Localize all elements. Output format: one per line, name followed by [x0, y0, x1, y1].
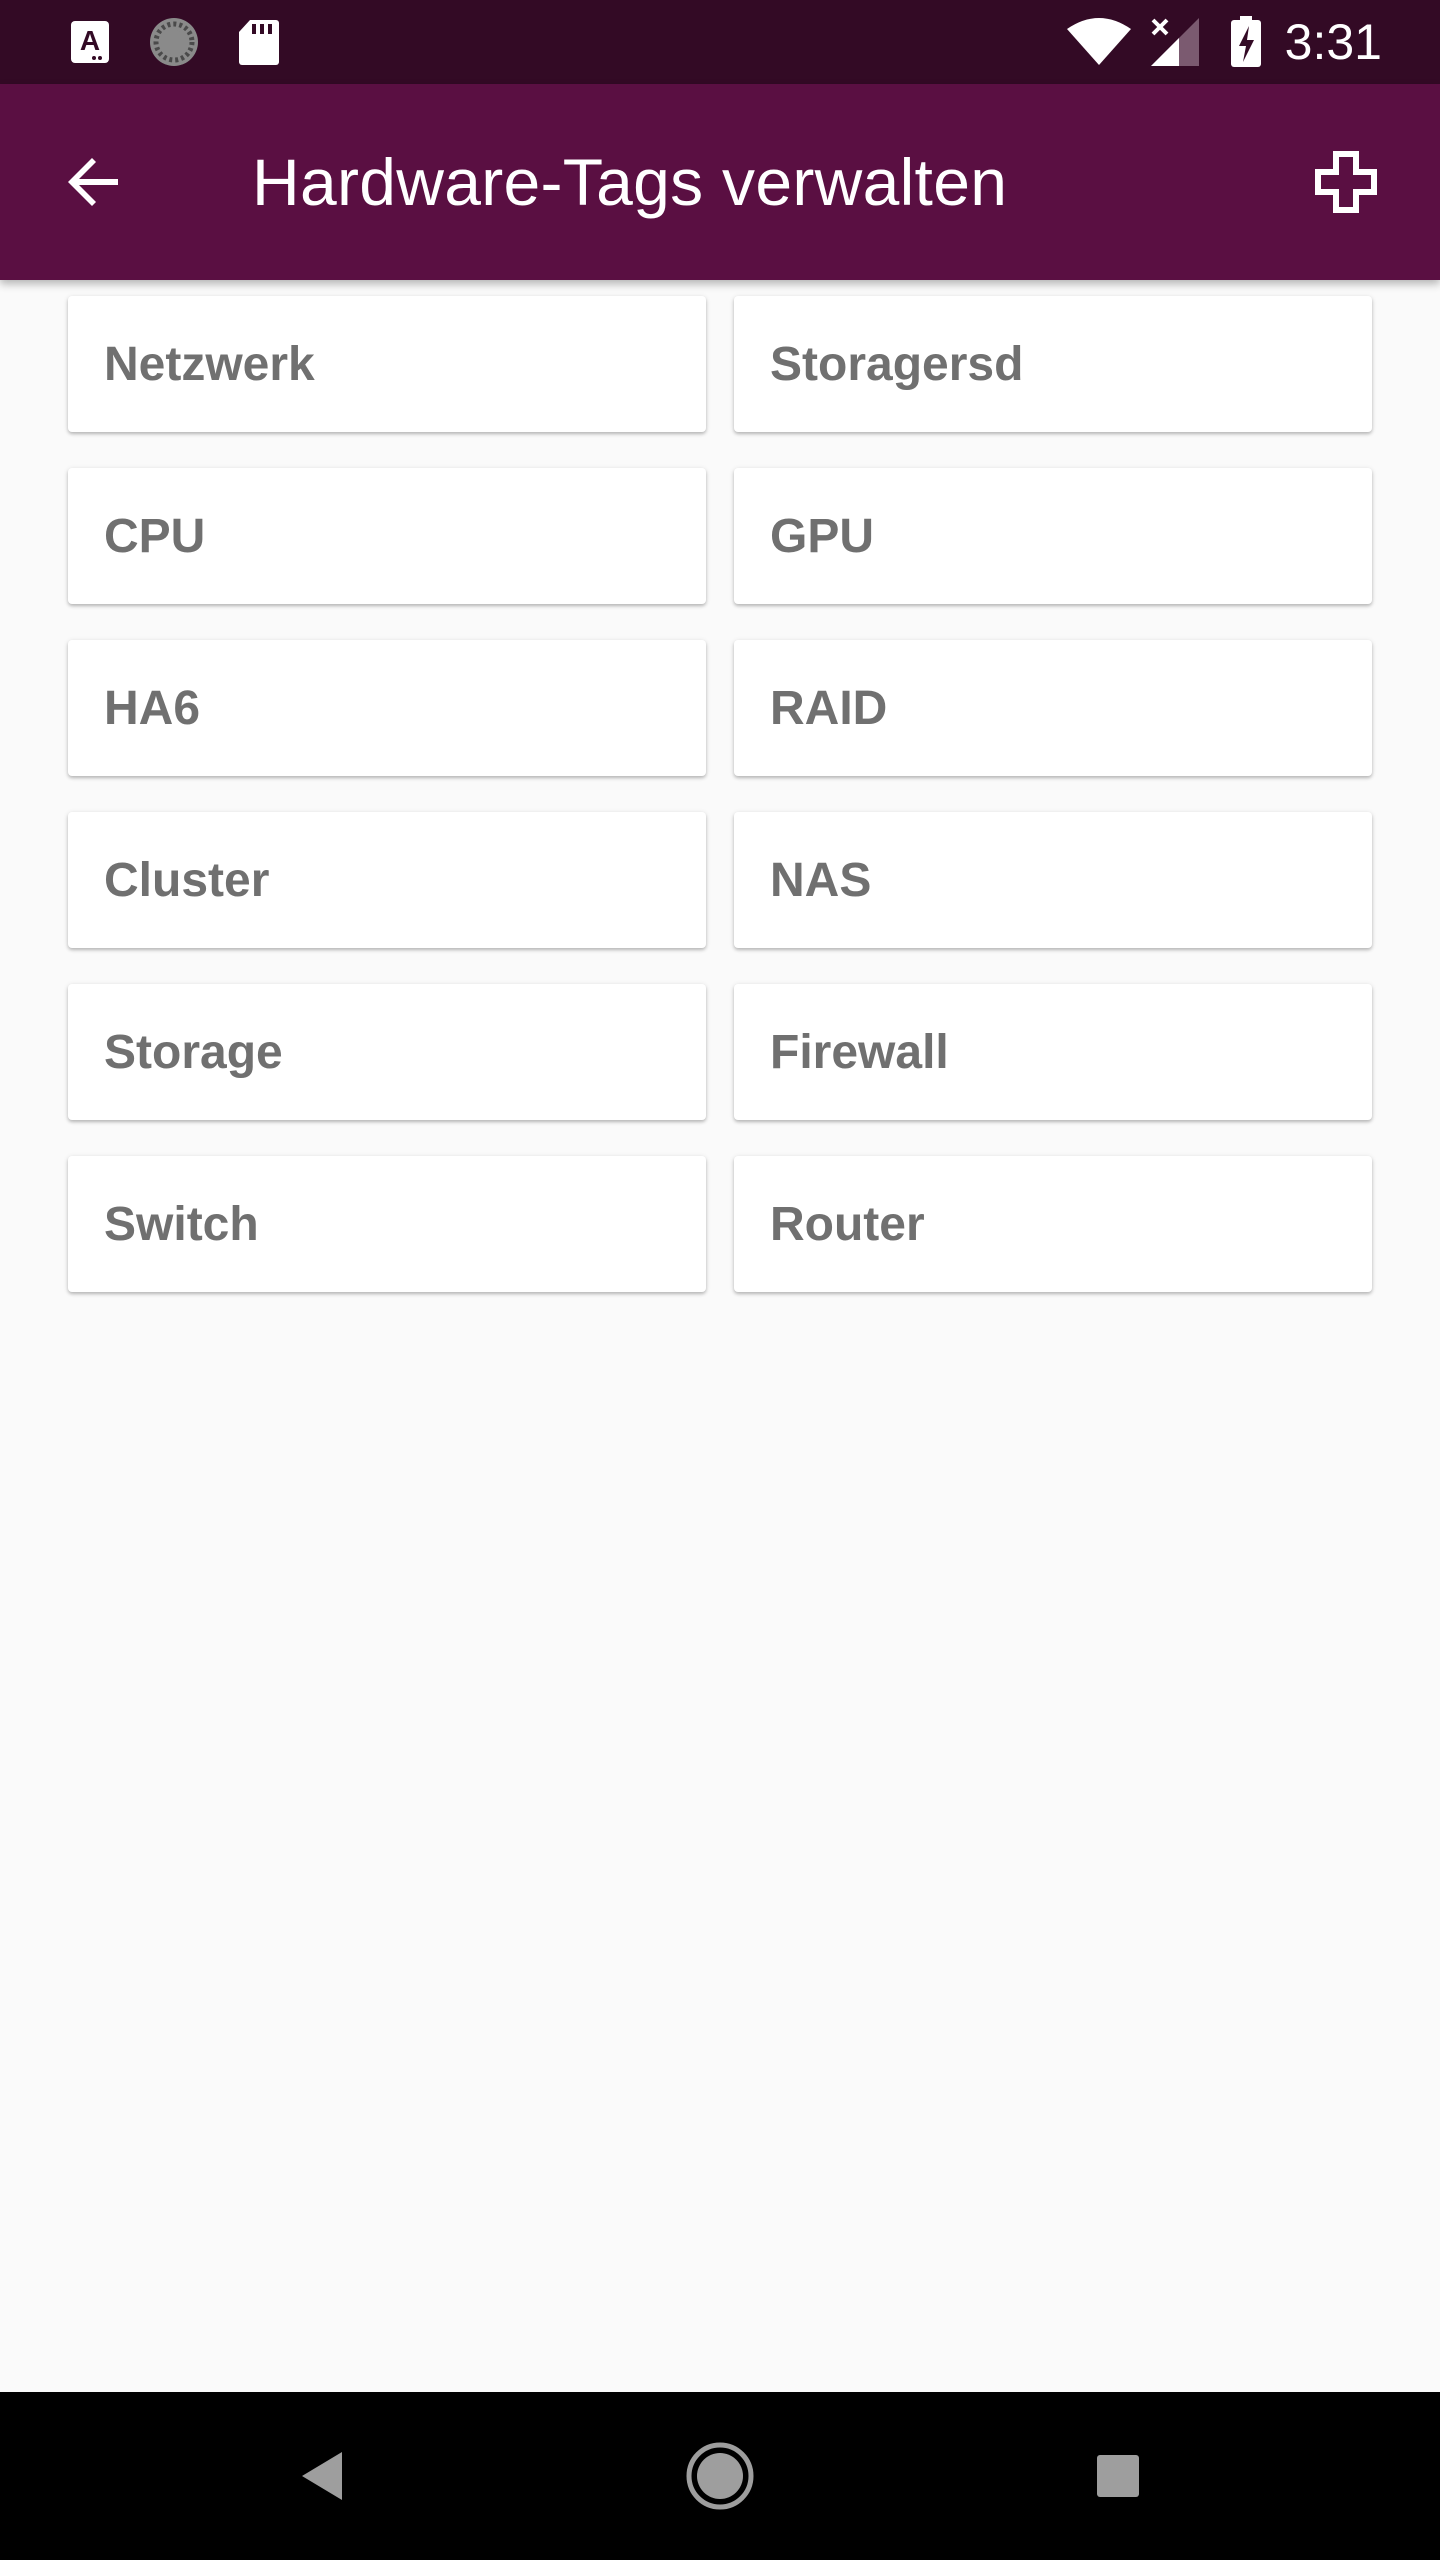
tag-label: RAID: [770, 681, 888, 735]
tag-label: Firewall: [770, 1025, 949, 1079]
tag-label: NAS: [770, 853, 872, 907]
wifi-icon: [1064, 0, 1134, 84]
tag-label: HA6: [104, 681, 201, 735]
tag-card-cpu[interactable]: CPU: [68, 468, 706, 604]
tag-card-raid[interactable]: RAID: [734, 640, 1372, 776]
tag-card-nas[interactable]: NAS: [734, 812, 1372, 948]
app-bar: Hardware-Tags verwalten: [0, 84, 1440, 280]
page-title: Hardware-Tags verwalten: [252, 145, 1008, 219]
nav-recents-icon: [1097, 2455, 1139, 2497]
back-button[interactable]: [42, 130, 146, 234]
tag-label: Storagersd: [770, 337, 1024, 391]
cellular-no-signal-icon: [1148, 0, 1204, 84]
tag-label: Switch: [104, 1197, 259, 1251]
tag-label: Cluster: [104, 853, 270, 907]
tag-card-gpu[interactable]: GPU: [734, 468, 1372, 604]
accessibility-a-icon: A: [68, 0, 112, 84]
tag-label: Router: [770, 1197, 925, 1251]
nav-back-button[interactable]: [238, 2392, 406, 2560]
plus-icon: [1315, 151, 1377, 213]
tag-label: GPU: [770, 509, 875, 563]
tag-label: CPU: [104, 509, 206, 563]
nav-recents-button[interactable]: [1034, 2392, 1202, 2560]
nav-home-button[interactable]: [636, 2392, 804, 2560]
tag-label: Netzwerk: [104, 337, 315, 391]
tag-card-storage[interactable]: Storage: [68, 984, 706, 1120]
tag-card-router[interactable]: Router: [734, 1156, 1372, 1292]
tag-card-switch[interactable]: Switch: [68, 1156, 706, 1292]
svg-text:A: A: [80, 25, 100, 56]
nav-back-icon: [302, 2452, 342, 2500]
battery-charging-icon: [1228, 0, 1264, 84]
sync-progress-icon: [146, 0, 202, 84]
tag-card-ha6[interactable]: HA6: [68, 640, 706, 776]
tag-card-firewall[interactable]: Firewall: [734, 984, 1372, 1120]
nav-home-icon: [686, 2442, 754, 2510]
tag-card-netzwerk[interactable]: Netzwerk: [68, 296, 706, 432]
tag-grid: Netzwerk Storagersd CPU GPU HA6 RAID Clu…: [68, 296, 1372, 1292]
sd-card-icon: [236, 0, 282, 84]
system-navigation-bar: [0, 2392, 1440, 2560]
status-bar: A 3:31: [0, 0, 1440, 84]
tag-card-storagersd[interactable]: Storagersd: [734, 296, 1372, 432]
add-tag-button[interactable]: [1294, 130, 1398, 234]
tag-label: Storage: [104, 1025, 283, 1079]
arrow-back-icon: [68, 158, 118, 206]
tag-card-cluster[interactable]: Cluster: [68, 812, 706, 948]
status-time: 3:31: [1284, 14, 1382, 70]
